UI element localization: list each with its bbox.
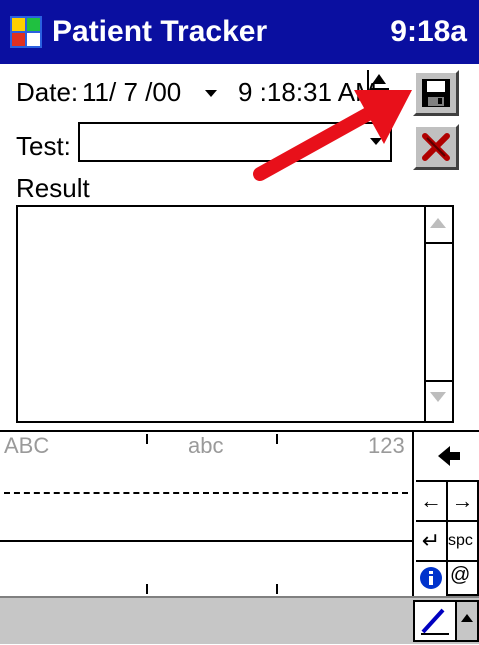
date-label: Date: — [16, 77, 79, 107]
at-sign-icon: @ — [450, 564, 471, 586]
menu-bar — [0, 596, 479, 644]
zone-digits-label: 123 — [368, 433, 405, 458]
chevron-up-icon[interactable] — [461, 614, 473, 622]
red-x-icon — [422, 133, 450, 161]
app-logo-icon[interactable] — [8, 14, 44, 50]
right-arrow-key[interactable]: → — [448, 482, 479, 522]
scroll-down-icon[interactable] — [430, 392, 446, 402]
zone-tick — [146, 434, 148, 444]
info-key[interactable] — [416, 562, 448, 596]
result-scrollbar[interactable] — [424, 207, 452, 421]
floppy-disk-icon — [422, 79, 450, 107]
test-label: Test: — [16, 131, 71, 161]
result-textarea[interactable] — [16, 205, 454, 423]
midline-guide — [4, 492, 408, 494]
result-label: Result — [16, 173, 90, 203]
date-field[interactable]: 11/ 7 /00 — [82, 76, 181, 108]
baseline-guide — [0, 540, 414, 542]
scroll-up-icon[interactable] — [430, 218, 446, 228]
enter-key[interactable]: ↵ — [416, 522, 448, 562]
left-arrow-key[interactable]: ← — [416, 482, 448, 522]
scrollbar-divider — [424, 242, 452, 244]
input-method-button[interactable] — [413, 600, 457, 642]
enter-arrow-icon: ↵ — [421, 528, 441, 553]
pen-icon — [421, 608, 449, 635]
app-title: Patient Tracker — [52, 15, 268, 48]
zone-lowercase-label: abc — [188, 433, 224, 458]
right-arrow-icon: → — [451, 488, 474, 513]
backspace-key[interactable] — [416, 432, 479, 482]
left-arrow-icon: ← — [420, 488, 442, 513]
backspace-arrow-icon — [438, 446, 460, 466]
info-icon — [420, 567, 442, 589]
space-key-label: spc — [448, 532, 473, 549]
clock[interactable]: 9:18a — [390, 12, 467, 52]
scrollbar-divider — [424, 380, 452, 382]
zone-tick — [276, 584, 278, 594]
zone-tick — [276, 434, 278, 444]
date-dropdown-icon[interactable] — [205, 90, 217, 97]
symbols-key[interactable]: @ — [448, 562, 479, 596]
zone-tick — [146, 584, 148, 594]
space-key[interactable]: spc — [448, 522, 479, 562]
zone-uppercase-label: ABC — [4, 433, 50, 458]
annotation-arrow-icon — [253, 90, 412, 181]
